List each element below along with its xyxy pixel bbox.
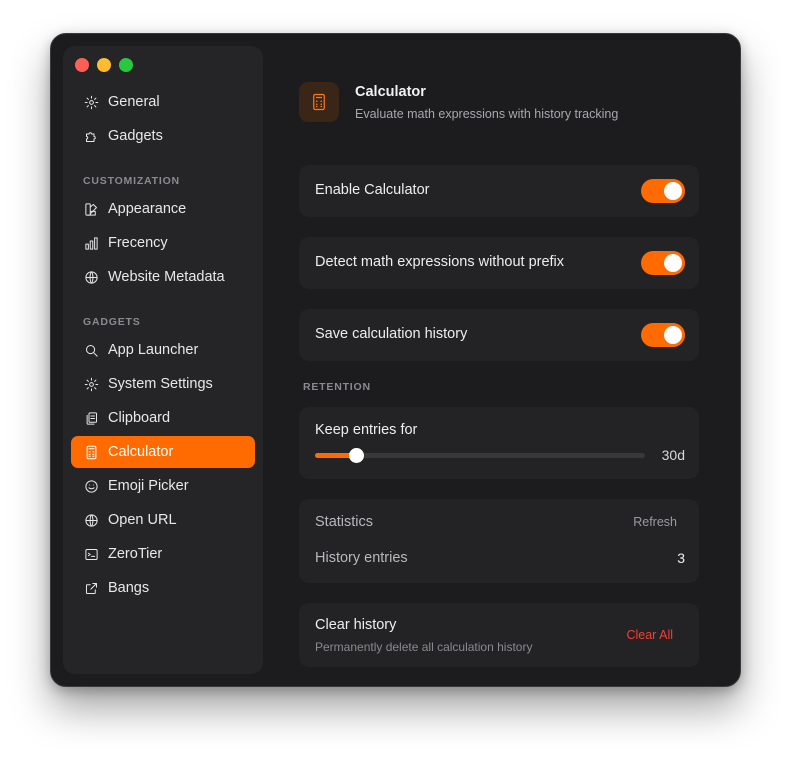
sidebar-item-label: ZeroTier	[108, 546, 163, 562]
sidebar-item-appearance[interactable]: Appearance	[71, 193, 255, 225]
calculator-icon	[299, 82, 339, 122]
setting-row-enable: Enable Calculator	[299, 165, 699, 217]
clipboard-icon	[83, 410, 99, 426]
sidebar-item-app-launcher[interactable]: App Launcher	[71, 334, 255, 366]
page-title: Calculator	[355, 84, 426, 100]
smiley-icon	[83, 478, 99, 494]
retention-slider[interactable]	[315, 448, 645, 463]
refresh-button[interactable]: Refresh	[633, 515, 677, 529]
sidebar-item-emoji-picker[interactable]: Emoji Picker	[71, 470, 255, 502]
search-icon	[83, 342, 99, 358]
setting-label: Detect math expressions without prefix	[315, 254, 565, 270]
save-history-toggle[interactable]	[641, 323, 685, 347]
toggle-knob	[664, 326, 682, 344]
sidebar-item-label: General	[108, 94, 160, 110]
sidebar-item-label: System Settings	[108, 376, 213, 392]
main-content: Calculator Evaluate math expressions wit…	[275, 34, 740, 686]
history-entries-value: 3	[677, 550, 685, 566]
globe-icon	[83, 512, 99, 528]
sidebar-item-label: Calculator	[108, 444, 174, 460]
close-window-button[interactable]	[75, 58, 89, 72]
app-window: General Gadgets CUSTOMIZATION Appearance…	[50, 33, 741, 687]
gear-icon	[83, 376, 99, 392]
sidebar-item-label: App Launcher	[108, 342, 199, 358]
sidebar: General Gadgets CUSTOMIZATION Appearance…	[63, 46, 263, 674]
detect-expressions-toggle[interactable]	[641, 251, 685, 275]
toggle-knob	[664, 182, 682, 200]
sidebar-item-open-url[interactable]: Open URL	[71, 504, 255, 536]
section-label-gadgets: GADGETS	[83, 316, 141, 328]
terminal-icon	[83, 546, 99, 562]
minimize-window-button[interactable]	[97, 58, 111, 72]
globe-icon	[83, 269, 99, 285]
page-subtitle: Evaluate math expressions with history t…	[355, 107, 619, 121]
puzzle-icon	[83, 128, 99, 144]
sidebar-item-label: Open URL	[108, 512, 177, 528]
slider-thumb[interactable]	[349, 448, 364, 463]
sidebar-item-label: Emoji Picker	[108, 478, 189, 494]
sidebar-item-system-settings[interactable]: System Settings	[71, 368, 255, 400]
setting-row-save-history: Save calculation history	[299, 309, 699, 361]
retention-label: Keep entries for	[315, 422, 418, 438]
statistics-card: Statistics Refresh History entries 3	[299, 499, 699, 583]
gear-icon	[83, 94, 99, 110]
zoom-window-button[interactable]	[119, 58, 133, 72]
calculator-icon	[83, 444, 99, 460]
clear-history-card: Clear history Permanently delete all cal…	[299, 603, 699, 667]
sidebar-item-general[interactable]: General	[71, 86, 255, 118]
sidebar-item-clipboard[interactable]: Clipboard	[71, 402, 255, 434]
sidebar-item-label: Website Metadata	[108, 269, 225, 285]
setting-label: Save calculation history	[315, 326, 468, 342]
sidebar-item-gadgets[interactable]: Gadgets	[71, 120, 255, 152]
sidebar-item-label: Clipboard	[108, 410, 171, 426]
setting-label: Enable Calculator	[315, 182, 430, 198]
clear-history-subtitle: Permanently delete all calculation histo…	[315, 640, 533, 654]
slider-fill	[315, 453, 352, 458]
clear-history-title: Clear history	[315, 617, 397, 633]
sidebar-item-website-metadata[interactable]: Website Metadata	[71, 261, 255, 293]
external-link-icon	[83, 580, 99, 596]
enable-calculator-toggle[interactable]	[641, 179, 685, 203]
sidebar-item-label: Appearance	[108, 201, 187, 217]
clear-all-button[interactable]: Clear All	[626, 628, 673, 642]
bar-chart-icon	[83, 235, 99, 251]
section-label-retention: RETENTION	[303, 381, 371, 393]
window-controls	[75, 58, 133, 72]
sidebar-item-label: Frecency	[108, 235, 168, 251]
retention-card: Keep entries for 30d	[299, 407, 699, 479]
sidebar-item-calculator[interactable]: Calculator	[71, 436, 255, 468]
palette-icon	[83, 201, 99, 217]
sidebar-item-label: Bangs	[108, 580, 150, 596]
section-label-customization: CUSTOMIZATION	[83, 175, 180, 187]
sidebar-item-zerotier[interactable]: ZeroTier	[71, 538, 255, 570]
history-entries-label: History entries	[315, 550, 408, 566]
setting-row-detect: Detect math expressions without prefix	[299, 237, 699, 289]
retention-value: 30d	[661, 447, 685, 463]
sidebar-item-bangs[interactable]: Bangs	[71, 572, 255, 604]
statistics-title: Statistics	[315, 514, 374, 530]
toggle-knob	[664, 254, 682, 272]
sidebar-item-frecency[interactable]: Frecency	[71, 227, 255, 259]
sidebar-item-label: Gadgets	[108, 128, 163, 144]
